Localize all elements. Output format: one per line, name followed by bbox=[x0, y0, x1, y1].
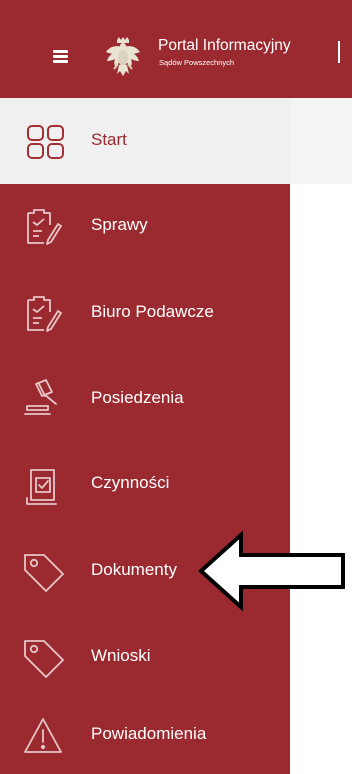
clipboard-edit-icon bbox=[27, 296, 62, 332]
sidebar-item-label: Wnioski bbox=[91, 646, 151, 665]
sidebar-item-label: Dokumenty bbox=[91, 560, 177, 579]
warning-icon bbox=[24, 718, 62, 753]
sidebar-item-label: Czynności bbox=[91, 473, 170, 492]
document-check-icon bbox=[26, 469, 57, 505]
polish-eagle-emblem-icon bbox=[106, 37, 140, 76]
sidebar-item-sprawy[interactable]: Sprawy bbox=[0, 184, 290, 270]
portal-subtitle: Sądów Powszechnych bbox=[159, 58, 235, 67]
sidebar-item-label: Start bbox=[91, 130, 127, 149]
hamburger-menu-icon[interactable] bbox=[53, 50, 68, 64]
portal-title: Portal Informacyjny bbox=[158, 37, 291, 54]
sidebar-item-label: Posiedzenia bbox=[91, 388, 184, 407]
sidebar-item-label: Biuro Podawcze bbox=[91, 302, 214, 321]
sidebar-item-posiedzenia[interactable]: Posiedzenia bbox=[0, 356, 290, 442]
tag-icon bbox=[24, 554, 64, 592]
sidebar-item-powiadomienia[interactable]: Powiadomienia bbox=[0, 700, 290, 774]
tag-icon bbox=[24, 640, 64, 678]
page: Portal Informacyjny Sądów Powszechnych S… bbox=[0, 0, 352, 774]
header-divider bbox=[338, 41, 340, 63]
sidebar-item-label: Sprawy bbox=[91, 215, 148, 234]
sidebar-item-czynnosci[interactable]: Czynności bbox=[0, 442, 290, 528]
clipboard-edit-icon bbox=[27, 209, 62, 245]
grid-icon bbox=[27, 125, 64, 159]
sidebar-item-biuro-podawcze[interactable]: Biuro Podawcze bbox=[0, 270, 290, 356]
sidebar-item-label: Powiadomienia bbox=[91, 724, 207, 743]
app-header: Portal Informacyjny Sądów Powszechnych bbox=[0, 0, 352, 98]
left-arrow-icon bbox=[198, 531, 345, 611]
sidebar-item-wnioski[interactable]: Wnioski bbox=[0, 614, 290, 700]
gavel-icon bbox=[24, 379, 57, 415]
